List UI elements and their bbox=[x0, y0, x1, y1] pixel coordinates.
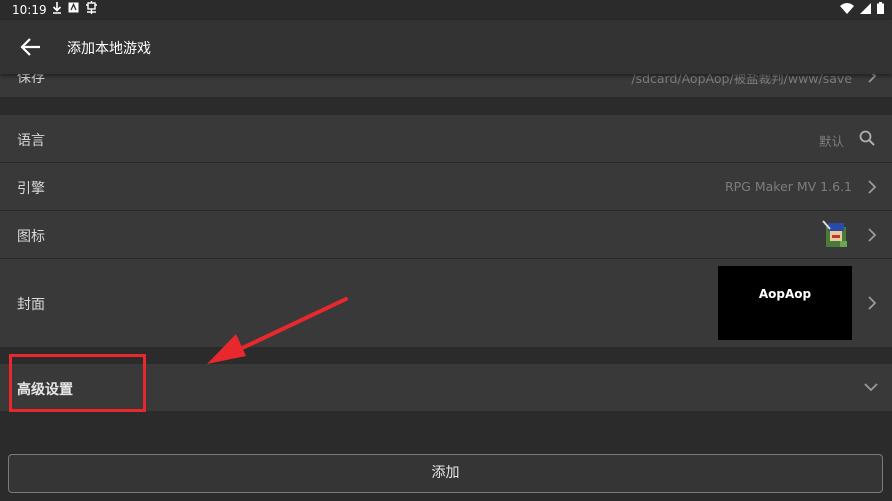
page-title: 添加本地游戏 bbox=[67, 41, 151, 57]
battery-icon bbox=[877, 2, 884, 14]
search-icon[interactable] bbox=[859, 130, 875, 146]
status-left-icons bbox=[52, 1, 98, 14]
icon-label: 图标 bbox=[17, 229, 45, 245]
settings-row-icon[interactable]: 图标 bbox=[0, 211, 892, 259]
app-bar: 添加本地游戏 bbox=[0, 20, 892, 74]
settings-row-engine[interactable]: 引擎 RPG Maker MV 1.6.1 bbox=[0, 163, 892, 211]
cover-image: AopAop bbox=[718, 266, 852, 340]
engine-label: 引擎 bbox=[17, 181, 45, 197]
cover-label: 封面 bbox=[17, 297, 45, 313]
settings-row-cover[interactable]: 封面 AopAop bbox=[0, 259, 892, 348]
add-button[interactable]: 添加 bbox=[8, 454, 883, 493]
language-label: 语言 bbox=[17, 133, 45, 149]
download-icon bbox=[52, 1, 62, 14]
status-right-icons bbox=[840, 2, 884, 14]
wifi-icon bbox=[840, 2, 854, 14]
back-arrow-icon[interactable] bbox=[20, 37, 42, 57]
chevron-right-icon bbox=[868, 296, 877, 310]
settings-row-language[interactable]: 语言 默认 bbox=[0, 115, 892, 163]
app-notification-icon bbox=[68, 2, 79, 13]
engine-value: RPG Maker MV 1.6.1 bbox=[724, 179, 852, 194]
status-time: 10:19 bbox=[12, 3, 47, 17]
language-value: 默认 bbox=[818, 134, 844, 149]
game-icon-image bbox=[822, 220, 847, 247]
bug-icon bbox=[86, 1, 97, 14]
annotation-highlight-box bbox=[9, 354, 146, 412]
status-bar: 10:19 bbox=[0, 0, 892, 20]
cell-signal-icon bbox=[860, 2, 871, 14]
chevron-right-icon bbox=[868, 180, 877, 194]
chevron-right-icon bbox=[868, 228, 877, 242]
chevron-down-icon[interactable] bbox=[864, 382, 878, 392]
cover-image-text: AopAop bbox=[758, 287, 812, 301]
